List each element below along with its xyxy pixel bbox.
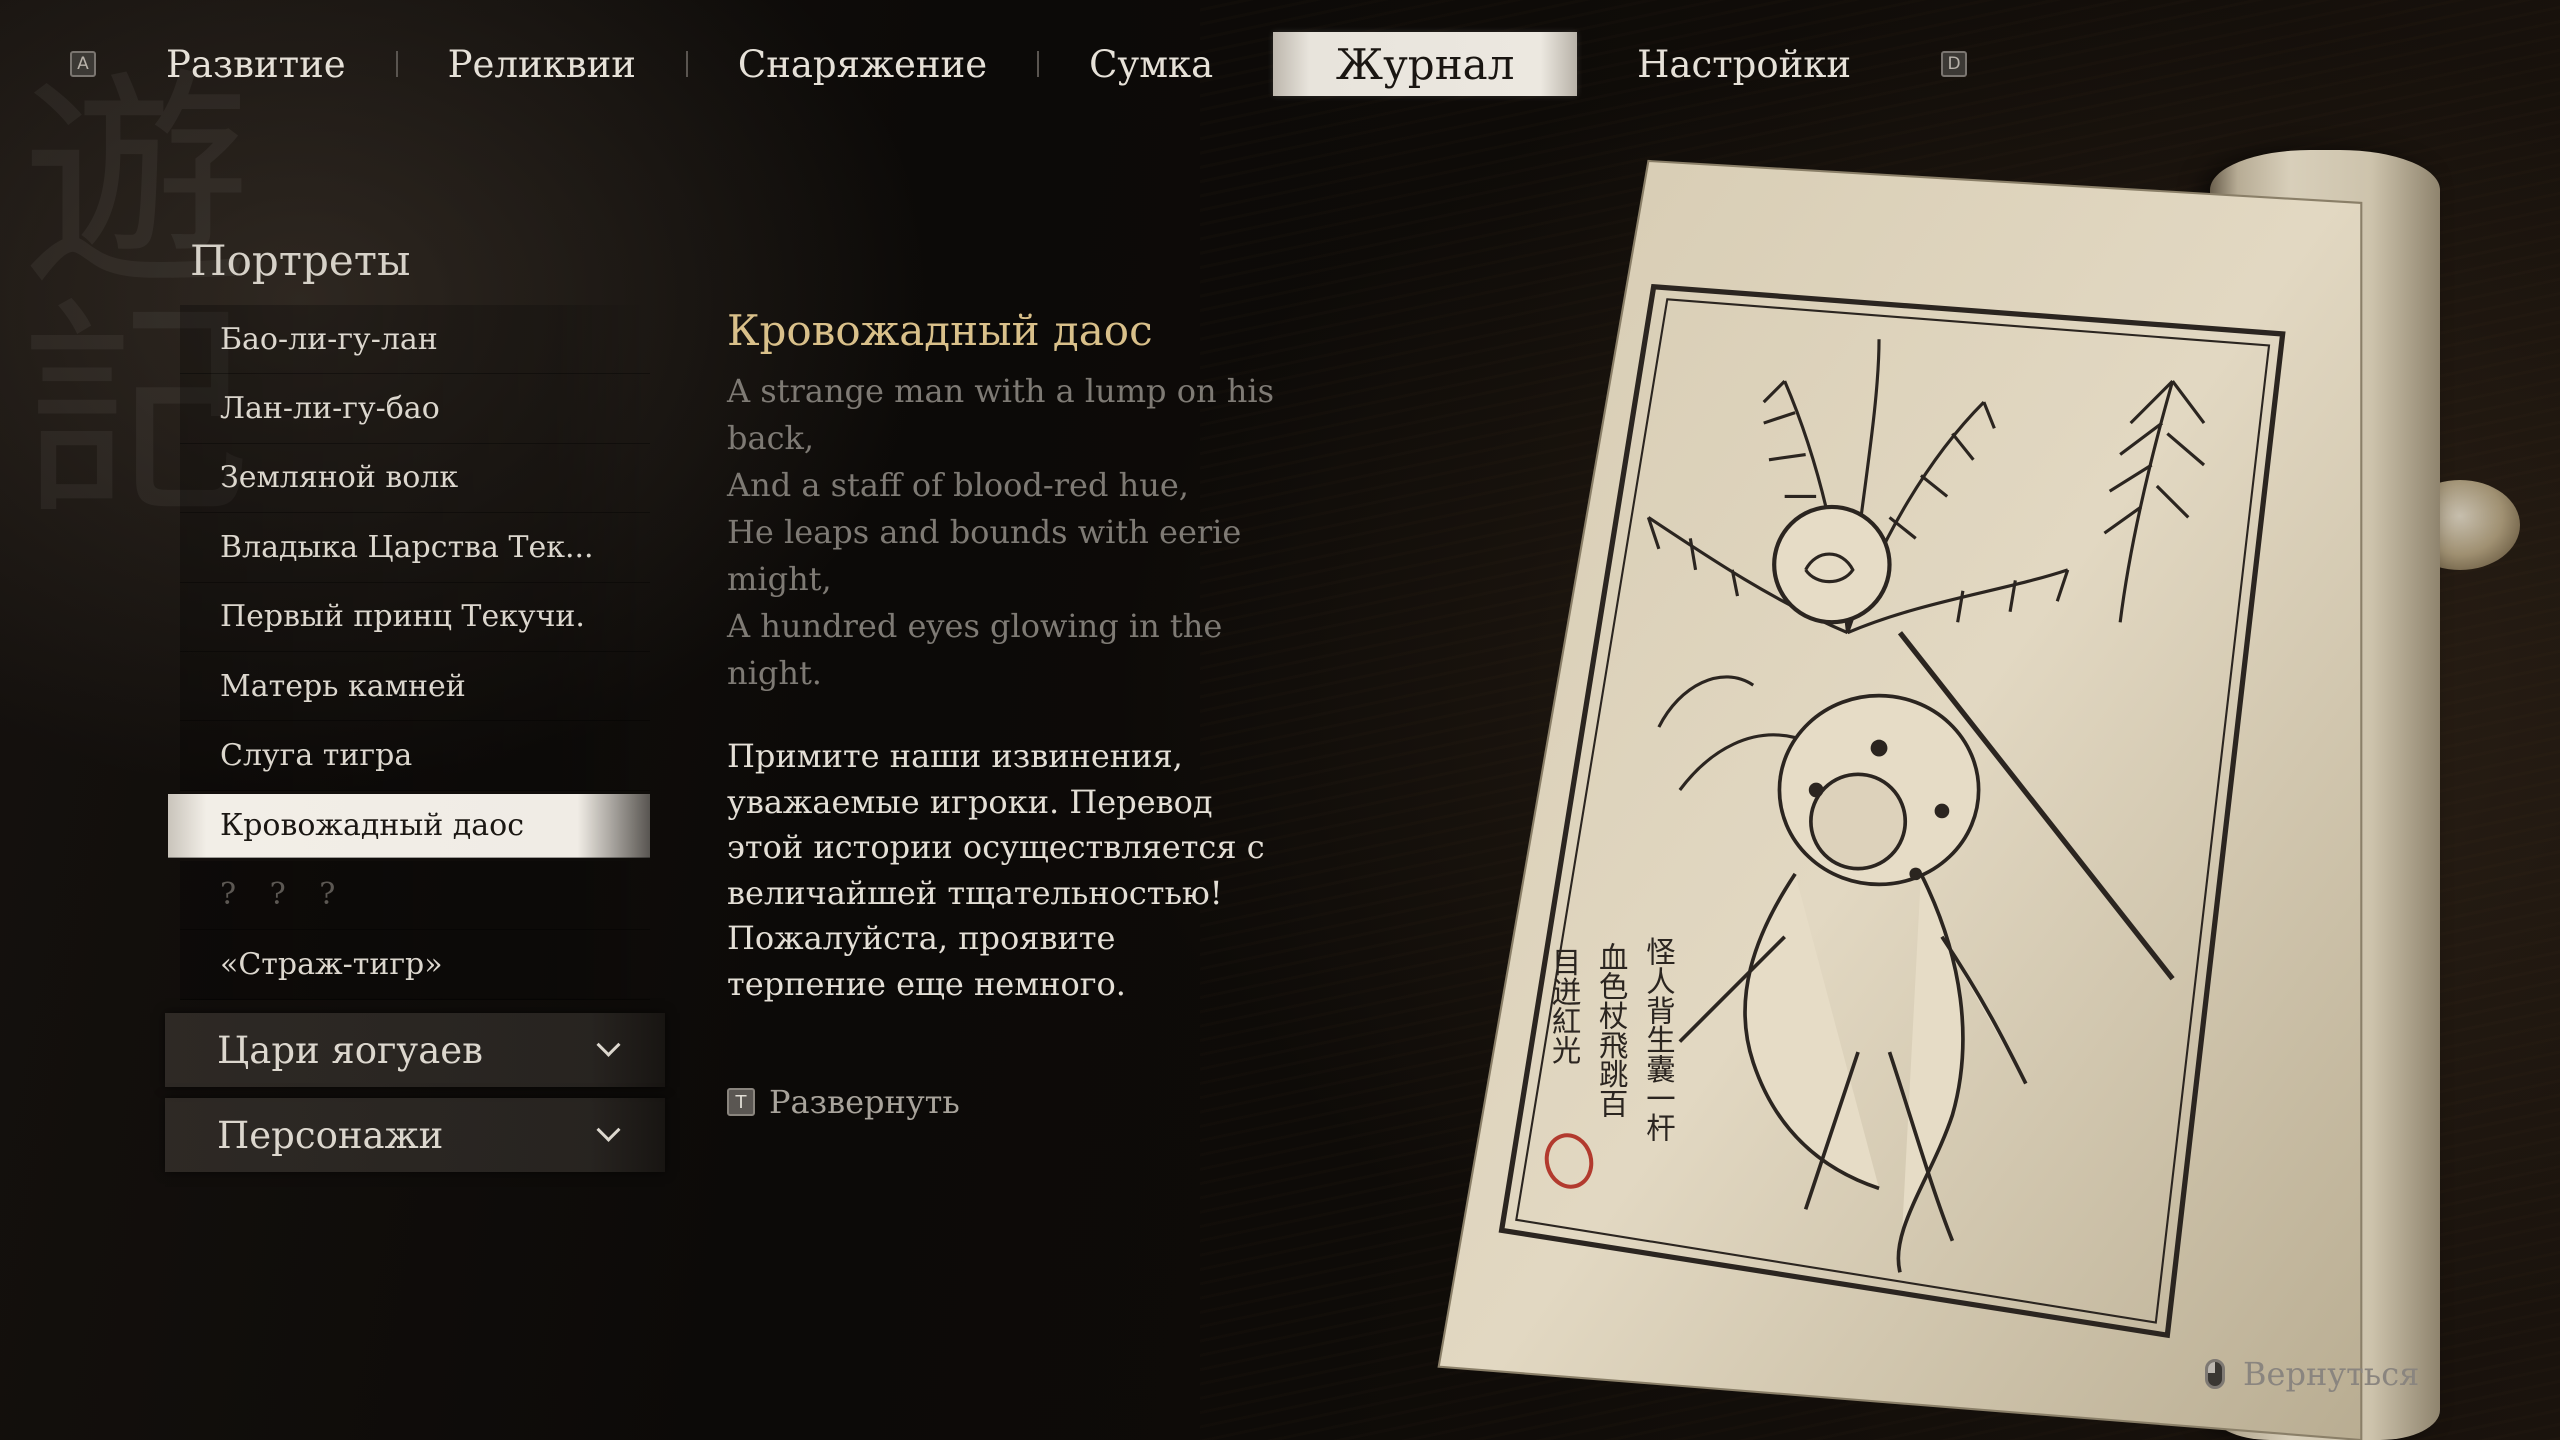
chevron-down-icon <box>596 1117 621 1142</box>
portrait-list: Бао-ли-гу-лан Лан-ли-гу-бао Земляной вол… <box>168 305 650 1000</box>
poem-line: He leaps and bounds with eerie might, <box>727 513 1242 598</box>
inscription-line: 怪人背生囊一杆 <box>1642 937 1676 1143</box>
return-button[interactable]: Вернуться <box>2205 1355 2419 1393</box>
expand-label: Развернуть <box>769 1083 960 1121</box>
list-item[interactable]: Земляной волк <box>180 443 650 514</box>
tab-bag[interactable]: Сумка <box>1089 32 1213 96</box>
expand-button[interactable]: T Развернуть <box>727 1083 960 1121</box>
entry-title: Кровожадный даос <box>727 306 1153 355</box>
list-item[interactable]: Слуга тигра <box>180 721 650 791</box>
next-tab-key-hint[interactable]: D <box>1941 51 1968 77</box>
inscription-line: 目迸紅光 <box>1548 947 1582 1065</box>
tab-separator <box>685 51 688 77</box>
list-item[interactable]: «Страж-тигр» <box>180 930 650 1000</box>
tab-development[interactable]: Развитие <box>166 32 346 96</box>
category-label: Персонажи <box>217 1113 444 1157</box>
prev-tab-key-hint[interactable]: A <box>70 51 96 77</box>
list-item[interactable]: Лан-ли-гу-бао <box>180 374 650 444</box>
tab-journal[interactable]: Журнал <box>1273 32 1578 96</box>
mouse-icon <box>2205 1359 2225 1389</box>
list-item-locked[interactable]: ? ? ? <box>180 860 650 931</box>
list-item[interactable]: Первый принц Текучи. <box>180 582 650 652</box>
chevron-down-icon <box>596 1032 621 1057</box>
category-label: Цари яогуаев <box>217 1028 483 1072</box>
tab-equipment[interactable]: Снаряжение <box>738 32 987 96</box>
list-item[interactable]: Бао-ли-гу-лан <box>180 305 650 375</box>
moon-drawing <box>1772 504 1892 625</box>
scroll-illustration: 怪人背生囊一杆 血色杖飛跳百 目迸紅光 <box>1340 140 2460 1440</box>
tab-separator <box>1037 51 1040 77</box>
entry-apology-text: Примите наши извинения, уважаемые игроки… <box>727 737 1265 1003</box>
scroll-paper: 怪人背生囊一杆 血色杖飛跳百 目迸紅光 <box>1437 159 2363 1440</box>
inscription-line: 血色杖飛跳百 <box>1595 942 1629 1119</box>
poem-line: A strange man with a lump on his back, <box>727 372 1275 457</box>
poem-line: And a staff of blood-red hue, <box>727 466 1189 504</box>
section-title-portraits[interactable]: Портреты <box>190 236 410 285</box>
tab-relics[interactable]: Реликвии <box>448 32 636 96</box>
tab-separator <box>395 51 398 77</box>
list-item[interactable]: Матерь камней <box>180 651 650 722</box>
expand-key-hint: T <box>727 1088 755 1116</box>
top-navigation: A Развитие Реликвии Снаряжение Сумка Жур… <box>70 26 1968 102</box>
category-characters[interactable]: Персонажи <box>165 1098 665 1172</box>
poem-line: A hundred eyes glowing in the night. <box>727 607 1223 692</box>
tab-settings[interactable]: Настройки <box>1637 32 1851 96</box>
list-item-selected[interactable]: Кровожадный даос <box>168 793 650 858</box>
list-item[interactable]: Владыка Царства Тек... <box>180 513 650 583</box>
entry-poem: A strange man with a lump on his back, A… <box>727 368 1287 697</box>
category-yaoguai-kings[interactable]: Цари яогуаев <box>165 1013 665 1087</box>
return-label: Вернуться <box>2243 1355 2420 1393</box>
